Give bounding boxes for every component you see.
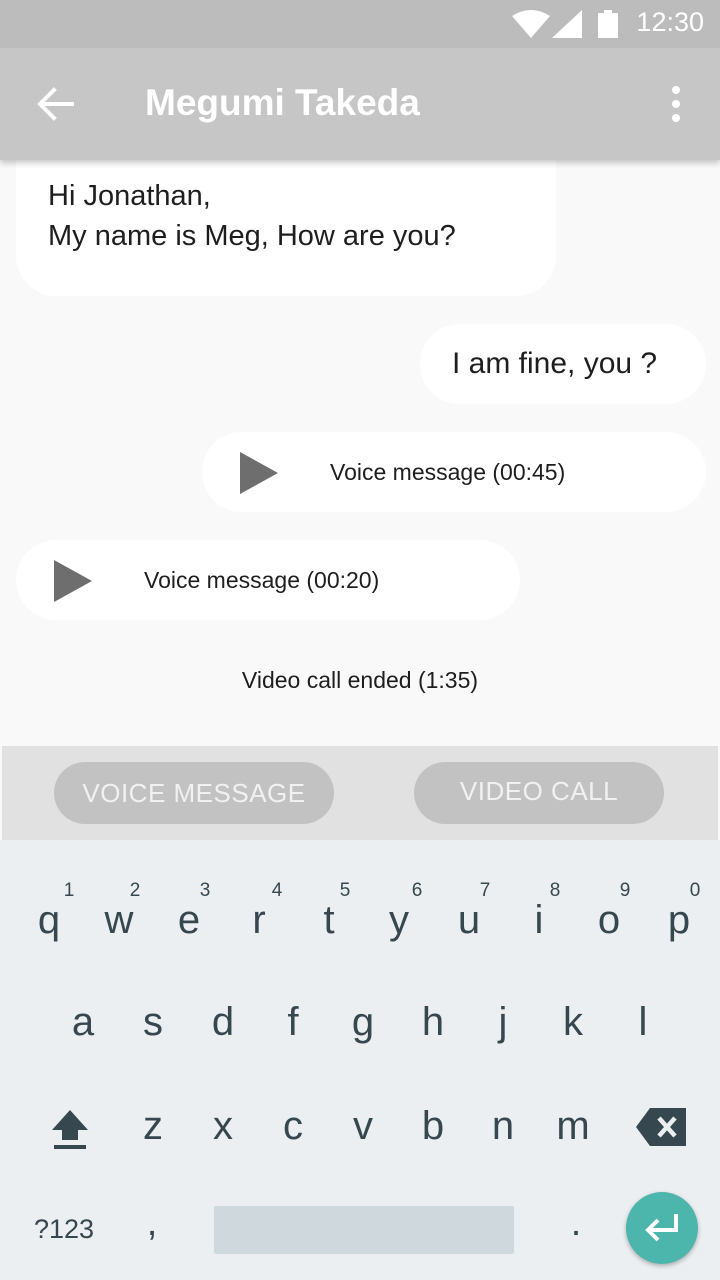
play-icon[interactable] — [54, 560, 92, 602]
enter-icon — [645, 1214, 678, 1242]
key-h[interactable]: h — [398, 1000, 468, 1045]
message-line: Hi Jonathan, — [48, 180, 211, 212]
app-bar: Megumi Takeda — [0, 48, 720, 160]
message-list[interactable]: Hi Jonathan, My name is Meg, How are you… — [0, 160, 720, 746]
key-w[interactable]: w — [84, 898, 154, 943]
key-hint: 6 — [411, 880, 423, 901]
key-y[interactable]: y — [364, 898, 434, 943]
key-t[interactable]: t — [294, 898, 364, 943]
status-time: 12:30 — [636, 7, 704, 37]
key-e[interactable]: e — [154, 898, 224, 943]
contact-name: Megumi Takeda — [145, 82, 420, 123]
play-icon[interactable] — [240, 452, 278, 494]
message-line: My name is Meg, How are you? — [48, 220, 456, 252]
key-hint: 0 — [689, 880, 701, 901]
action-bar: VOICE MESSAGE VIDEO CALL — [2, 746, 718, 840]
key-hint: 5 — [339, 880, 351, 901]
key-hint: 7 — [479, 880, 491, 901]
key-hint: 1 — [63, 880, 75, 901]
enter-key[interactable] — [626, 1192, 698, 1264]
wifi-icon — [512, 10, 550, 38]
key-hint: 2 — [129, 880, 141, 901]
key-k[interactable]: k — [538, 1000, 608, 1045]
key-r[interactable]: r — [224, 898, 294, 943]
voice-message-button[interactable]: VOICE MESSAGE — [54, 762, 334, 824]
key-hint: 4 — [271, 880, 283, 901]
key-m[interactable]: m — [538, 1104, 608, 1149]
back-arrow-icon[interactable] — [36, 86, 76, 122]
key-period[interactable]: . — [556, 1202, 596, 1245]
key-j[interactable]: j — [468, 1000, 538, 1045]
shift-icon[interactable] — [50, 1108, 90, 1150]
space-bar[interactable] — [214, 1206, 514, 1254]
key-hint: 3 — [199, 880, 211, 901]
key-hint: 8 — [549, 880, 561, 901]
battery-icon — [598, 10, 618, 38]
outgoing-message: I am fine, you ? — [420, 324, 706, 404]
key-x[interactable]: x — [188, 1104, 258, 1149]
video-call-button[interactable]: VIDEO CALL — [414, 762, 664, 824]
status-bar: 12:30 — [0, 0, 720, 48]
key-v[interactable]: v — [328, 1104, 398, 1149]
backspace-icon[interactable] — [636, 1108, 686, 1146]
key-s[interactable]: s — [118, 1000, 188, 1045]
incoming-message: Hi Jonathan, My name is Meg, How are you… — [16, 160, 556, 296]
key-g[interactable]: g — [328, 1000, 398, 1045]
key-o[interactable]: o — [574, 898, 644, 943]
keyboard: q w e r t y u i o p 1 2 3 4 5 6 7 8 9 0 … — [0, 840, 720, 1280]
voice-message-label: Voice message (00:20) — [144, 567, 380, 593]
symbols-key[interactable]: ?123 — [34, 1214, 94, 1245]
key-l[interactable]: l — [608, 1000, 678, 1045]
key-z[interactable]: z — [118, 1104, 188, 1149]
key-c[interactable]: c — [258, 1104, 328, 1149]
key-p[interactable]: p — [644, 898, 714, 943]
signal-icon — [552, 10, 582, 38]
key-n[interactable]: n — [468, 1104, 538, 1149]
key-d[interactable]: d — [188, 1000, 258, 1045]
key-i[interactable]: i — [504, 898, 574, 943]
key-q[interactable]: q — [14, 898, 84, 943]
key-f[interactable]: f — [258, 1000, 328, 1045]
voice-message-label: Voice message (00:45) — [330, 459, 566, 485]
key-b[interactable]: b — [398, 1104, 468, 1149]
key-hint: 9 — [619, 880, 631, 901]
incoming-voice-message[interactable]: Voice message (00:20) — [16, 540, 520, 620]
call-status-text: Video call ended (1:35) — [241, 667, 479, 693]
key-a[interactable]: a — [48, 1000, 118, 1045]
key-u[interactable]: u — [434, 898, 504, 943]
more-vert-icon[interactable] — [664, 84, 688, 124]
outgoing-voice-message[interactable]: Voice message (00:45) — [202, 432, 706, 512]
key-comma[interactable]: , — [132, 1202, 172, 1245]
